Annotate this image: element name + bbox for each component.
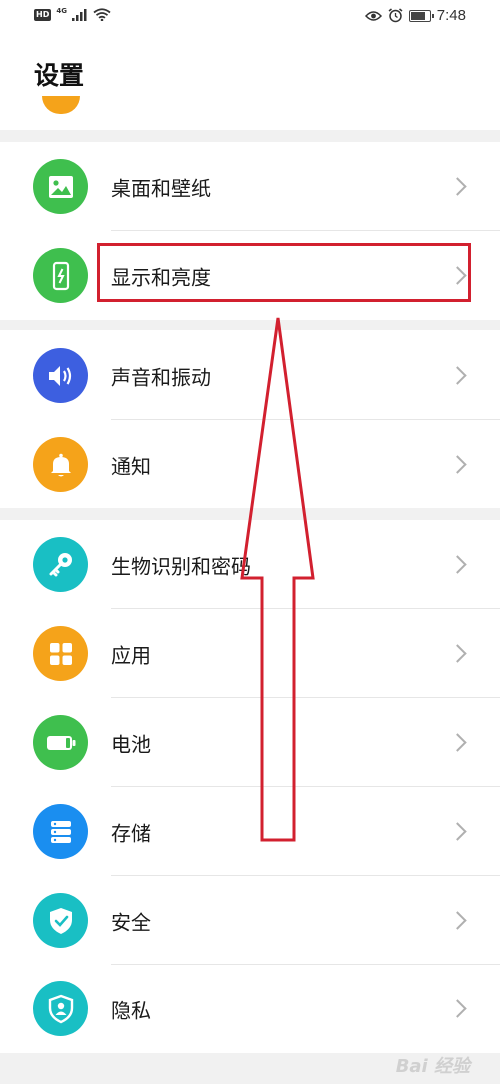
up-arrow-annotation [240,317,315,842]
watermark: Bai 经验 [395,1056,470,1077]
